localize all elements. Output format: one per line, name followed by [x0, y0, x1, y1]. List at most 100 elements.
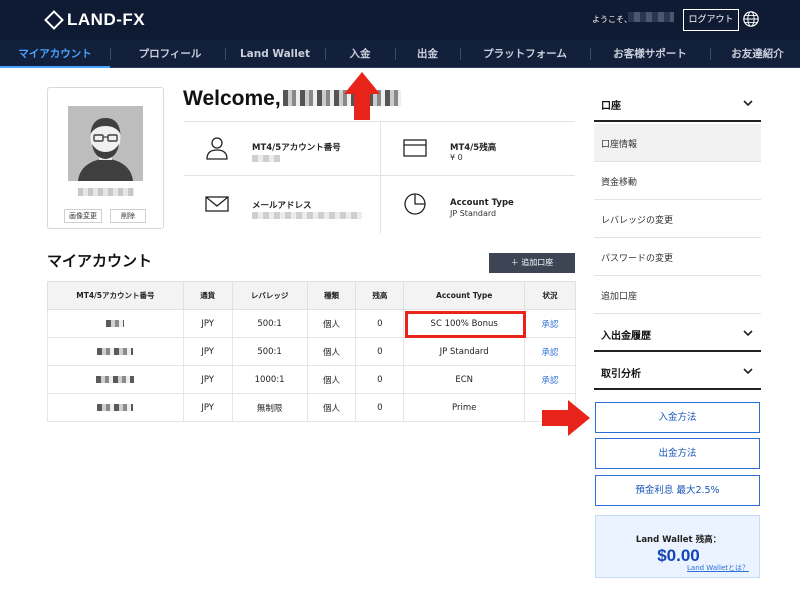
logo-diamond-icon — [44, 10, 64, 30]
sidebar-item-label: 追加口座 — [601, 292, 638, 302]
col-status: 状況 — [524, 281, 576, 310]
withdraw-method-button[interactable]: 出金方法 — [595, 438, 760, 469]
balance-cell: 0 — [355, 309, 405, 338]
table-row: JPY 無制限 個人 0 Prime — [47, 393, 576, 422]
leverage-cell: 500:1 — [231, 309, 308, 338]
accounts-table: MT4/5アカウント番号 通貨 レバレッジ 種類 残高 Account Type… — [47, 281, 576, 422]
balance-cell: 0 — [355, 365, 405, 394]
sidebar-header-account[interactable]: 口座 — [594, 84, 761, 122]
account-number-redacted — [97, 403, 134, 411]
sidebar-header-label: 取引分析 — [601, 369, 641, 380]
nav-divider — [110, 48, 111, 60]
account-number-redacted — [106, 319, 125, 327]
sidebar-item-fund-transfer[interactable]: 資金移動 — [594, 162, 761, 200]
nav-my-account[interactable]: マイアカウント — [0, 40, 110, 68]
sidebar-header-label: 口座 — [601, 101, 621, 112]
sidebar-item-password-change[interactable]: パスワードの変更 — [594, 238, 761, 276]
kind-cell: 個人 — [306, 365, 357, 394]
sidebar-header-history[interactable]: 入出金履歴 — [594, 314, 761, 352]
email-redacted — [252, 212, 362, 219]
mail-icon — [205, 196, 229, 212]
nav-support[interactable]: お客様サポート — [590, 40, 710, 68]
sidebar-header-label: 入出金履歴 — [601, 331, 651, 342]
sidebar-item-additional-account[interactable]: 追加口座 — [594, 276, 761, 314]
sidebar-item-label: 口座情報 — [601, 140, 638, 150]
col-balance: 残高 — [355, 281, 405, 310]
table-row: JPY 500:1 個人 0 SC 100% Bonus 承認 — [47, 309, 576, 338]
status-link[interactable]: 承認 — [542, 376, 559, 386]
chevron-down-icon — [743, 330, 753, 337]
sidebar-header-analysis[interactable]: 取引分析 — [594, 352, 761, 390]
col-kind: 種類 — [306, 281, 357, 310]
wallet-info-link[interactable]: Land Walletとは？ — [687, 563, 749, 573]
my-accounts-title: マイアカウント — [47, 252, 153, 270]
currency-cell: JPY — [182, 393, 233, 422]
table-row: JPY 500:1 個人 0 JP Standard 承認 — [47, 337, 576, 366]
account-type-cell: JP Standard — [403, 337, 526, 366]
kind-cell: 個人 — [306, 309, 357, 338]
globe-icon[interactable] — [742, 10, 760, 28]
profile-card: 画像変更 削除 — [47, 87, 164, 229]
nav-platform[interactable]: プラットフォーム — [460, 40, 590, 68]
avatar — [68, 106, 143, 181]
balance-value: ¥ 0 — [450, 153, 463, 162]
table-row: JPY 1000:1 個人 0 ECN 承認 — [47, 365, 576, 394]
account-number-redacted — [96, 375, 135, 383]
kind-cell: 個人 — [306, 393, 357, 422]
main-nav: マイアカウント プロフィール Land Wallet 入金 出金 プラットフォー… — [0, 40, 800, 68]
nav-active-indicator — [0, 66, 110, 68]
currency-cell: JPY — [182, 309, 233, 338]
balance-cell: 0 — [355, 337, 405, 366]
currency-cell: JPY — [182, 337, 233, 366]
account-info-panel: MT4/5アカウント番号 MT4/5残高 ¥ 0 メールアドレス Account… — [184, 121, 575, 233]
account-number-redacted — [97, 347, 134, 355]
chevron-down-icon — [743, 100, 753, 107]
account-number-label: MT4/5アカウント番号 — [252, 143, 341, 153]
deposit-interest-button[interactable]: 預金利息 最大2.5% — [595, 475, 760, 506]
leverage-cell: 1000:1 — [231, 365, 308, 394]
account-type-cell: SC 100% Bonus — [403, 309, 526, 338]
profile-name-redacted — [78, 188, 134, 196]
col-account-type: Account Type — [403, 281, 526, 310]
nav-deposit[interactable]: 入金 — [325, 40, 395, 68]
nav-profile[interactable]: プロフィール — [115, 40, 225, 68]
card-icon — [403, 139, 427, 157]
leverage-cell: 無制限 — [231, 393, 308, 422]
nav-land-wallet[interactable]: Land Wallet — [225, 40, 325, 68]
nav-referral[interactable]: お友達紹介 — [715, 40, 800, 68]
col-leverage: レバレッジ — [231, 281, 308, 310]
add-account-button[interactable]: ＋ 追加口座 — [489, 253, 575, 273]
deposit-method-button[interactable]: 入金方法 — [595, 402, 760, 433]
logout-button[interactable]: ログアウト — [683, 9, 739, 31]
delete-image-button[interactable]: 削除 — [110, 209, 146, 223]
nav-withdraw[interactable]: 出金 — [395, 40, 460, 68]
red-arrow-right-icon — [542, 400, 590, 436]
balance-cell: 0 — [355, 393, 405, 422]
logo-text: LAND-FX — [67, 10, 146, 29]
land-fx-logo[interactable]: LAND-FX — [44, 10, 146, 30]
sidebar-item-label: 資金移動 — [601, 178, 638, 188]
red-arrow-up-icon — [344, 72, 380, 120]
change-image-button[interactable]: 画像変更 — [64, 209, 102, 223]
land-wallet-balance-box: Land Wallet 残高： $0.00 Land Walletとは？ — [595, 515, 760, 578]
sidebar-item-label: レバレッジの変更 — [601, 216, 674, 226]
pie-chart-icon — [404, 193, 426, 215]
divider — [380, 121, 381, 233]
sidebar-item-account-info[interactable]: 口座情報 — [594, 124, 761, 162]
status-link[interactable]: 承認 — [542, 348, 559, 358]
nav-divider — [710, 48, 711, 60]
sidebar-item-label: パスワードの変更 — [601, 254, 674, 264]
person-icon — [206, 137, 228, 160]
currency-cell: JPY — [182, 365, 233, 394]
wallet-title: Land Wallet 残高： — [635, 535, 722, 545]
status-link[interactable]: 承認 — [542, 320, 559, 330]
account-type-cell: Prime — [403, 393, 526, 422]
kind-cell: 個人 — [306, 337, 357, 366]
sidebar-item-leverage-change[interactable]: レバレッジの変更 — [594, 200, 761, 238]
account-type-value: JP Standard — [450, 209, 497, 218]
welcome-heading: Welcome, — [183, 87, 281, 110]
balance-label: MT4/5残高 — [450, 143, 497, 153]
chevron-down-icon — [743, 368, 753, 375]
col-account-number: MT4/5アカウント番号 — [47, 281, 184, 310]
leverage-cell: 500:1 — [231, 337, 308, 366]
